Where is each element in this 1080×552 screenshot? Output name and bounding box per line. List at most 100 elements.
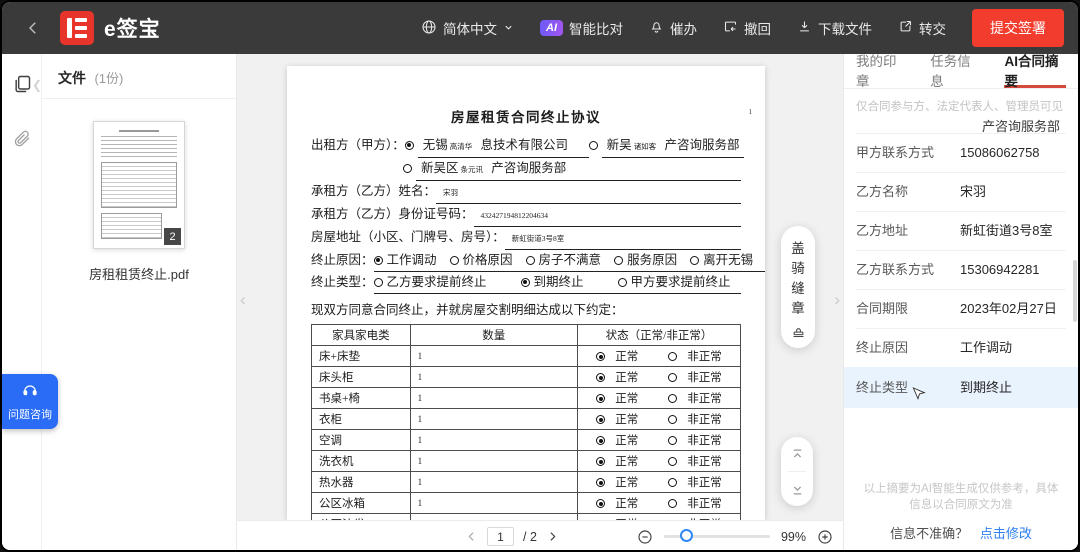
download-icon [797,19,812,37]
doc-address-line: 房屋地址（小区、门牌号、房号）： 新虹街道3号8室 [311,227,741,250]
thumbnail-mock-title [119,130,159,132]
table-row: 床头柜1正常非正常 [312,367,741,388]
file-panel-title: 文件 [58,70,86,86]
submit-sign-button[interactable]: 提交签署 [972,9,1064,47]
radio-icon [668,415,677,424]
zoom-in-icon[interactable] [817,529,833,545]
doc-address-label: 房屋地址（小区、门牌号、房号）： [311,227,505,248]
file-list-icon[interactable] [12,74,32,99]
back-icon[interactable] [24,19,42,37]
radio-icon [668,436,677,445]
summary-row: 乙方名称 宋羽 [856,172,1066,211]
radio-selected-icon [596,415,605,424]
radio-icon [668,373,677,382]
doc-reason-line: 终止原因： 工作调动 价格原因 房子不满意 服务原因 离开无锡 其他原因 [311,250,741,272]
doc-type-label: 终止类型： [311,272,374,293]
type-option: 甲方要求提前终止 [618,272,731,293]
headset-icon [22,382,38,398]
collapse-right-chevron-icon[interactable]: › [834,290,840,310]
table-row: 空调1正常非正常 [312,430,741,451]
doc-lessor-option1: 无锡高清华 息技术有限公司 [418,135,589,158]
reason-option: 离开无锡 [690,250,753,271]
file-panel: 文件 (1份) 2 房租租赁终止.pdf [42,54,237,552]
doc-address-value: 新虹街道3号8室 [505,227,741,250]
radio-icon [668,499,677,508]
attachment-icon[interactable] [12,129,31,153]
tab-ai-summary[interactable]: AI合同摘要 [1004,54,1066,88]
thumbnail-mock-table2 [101,213,162,239]
language-label: 简体中文 [443,18,497,38]
summary-panel: 我的印章 任务信息 AI合同摘要 仅合同参与方、法定代表人、管理员可见 产咨询服… [843,54,1078,552]
cross-page-seal-button[interactable]: 盖骑缝章 [781,226,815,348]
radio-icon [668,457,677,466]
withdraw-button[interactable]: 撤回 [723,18,771,38]
doc-reason-label: 终止原因： [311,250,374,271]
seal-button-label: 盖骑缝章 [791,239,806,319]
ai-compare-label: 智能比对 [569,18,623,38]
scroll-top-icon [790,447,805,462]
doc-tenant-name-label: 承租方（乙方）姓名： [311,181,436,202]
radio-selected-icon [596,457,605,466]
scroll-bottom-icon [790,482,805,497]
next-page-icon[interactable] [546,530,559,543]
modify-link[interactable]: 点击修改 [980,526,1032,541]
file-name[interactable]: 房租租赁终止.pdf [42,264,236,283]
scroll-to-top-button[interactable] [781,437,813,471]
tab-task-info[interactable]: 任务信息 [930,54,979,88]
doc-lessor-label: 出租方（甲方）： [311,135,405,156]
radio-icon [690,256,699,265]
remind-label: 催办 [670,18,697,38]
transfer-button[interactable]: 转交 [898,18,946,38]
document-viewer: ‹ › 1 房屋租赁合同终止协议 出租方（甲方）： 无锡高清华 息技术有限公司 … [237,54,843,552]
doc-tenant-id-line: 承租方（乙方）身份证号码： 432427194812204634 [311,204,741,227]
radio-icon [526,256,535,265]
handover-table: 家具家电类 数量 状态（正常/非正常） 床+床垫1正常非正常 床头柜1正常非正常… [311,324,741,520]
document-page[interactable]: 1 房屋租赁合同终止协议 出租方（甲方）： 无锡高清华 息技术有限公司 新吴诸如… [287,66,765,520]
table-row: 洗衣机1正常非正常 [312,451,741,472]
prev-page-icon[interactable] [465,530,478,543]
doc-tenant-name-value: 宋羽 [436,181,741,204]
radio-selected-icon [596,436,605,445]
stamp-icon [791,324,806,339]
reason-option: 工作调动 [374,250,437,271]
zoom-slider[interactable] [664,535,770,538]
remind-button[interactable]: 催办 [649,18,697,38]
doc-tenant-id-label: 承租方（乙方）身份证号码： [311,204,474,225]
tab-my-seals[interactable]: 我的印章 [856,54,905,88]
ai-compare-button[interactable]: AI 智能比对 [540,18,623,38]
radio-selected-icon [596,478,605,487]
summary-row: 终止原因 工作调动 [856,328,1066,367]
summary-tabs: 我的印章 任务信息 AI合同摘要 [844,54,1078,89]
table-row: 床+床垫1正常非正常 [312,346,741,367]
radio-icon [668,394,677,403]
collapse-left-chevron-icon[interactable]: ‹ [240,290,246,310]
chevron-down-icon [503,21,514,36]
transfer-icon [898,19,913,37]
page-number-input[interactable] [487,527,514,546]
doc-lessor-line2: 新吴区条元讯 产咨询服务部 [311,158,741,181]
table-row: 公区冰箱1正常非正常 [312,493,741,514]
summary-fields: 甲方联系方式 15086062758 乙方名称 宋羽 乙方地址 新虹街道3号8室… [844,133,1078,473]
radio-icon [668,352,677,361]
radio-icon [450,256,459,265]
panel-scrollbar[interactable] [1073,260,1077,322]
summary-row: 乙方联系方式 15306942281 [856,250,1066,289]
scroll-to-bottom-button[interactable] [781,472,813,506]
language-selector[interactable]: 简体中文 [421,18,514,38]
doc-title: 房屋租赁合同终止协议 [311,106,741,126]
zoom-out-icon[interactable] [637,529,653,545]
file-thumbnail[interactable]: 2 [93,121,185,249]
download-label: 下载文件 [818,18,872,38]
consult-button[interactable]: 问题咨询 [2,374,58,429]
left-rail: ❮ [2,54,42,552]
radio-selected-icon [374,256,383,265]
withdraw-label: 撤回 [744,18,771,38]
summary-row-highlighted[interactable]: 终止类型 到期终止 [844,367,1078,408]
zoom-slider-knob[interactable] [680,529,693,542]
type-option: 乙方要求提前终止 [374,272,487,293]
download-button[interactable]: 下载文件 [797,18,872,38]
top-header: e签宝 简体中文 AI 智能比对 催办 [2,2,1078,54]
table-row: 衣柜1正常非正常 [312,409,741,430]
panel-collapse-notch-icon[interactable]: ❮ [32,78,42,92]
radio-icon [374,278,383,287]
